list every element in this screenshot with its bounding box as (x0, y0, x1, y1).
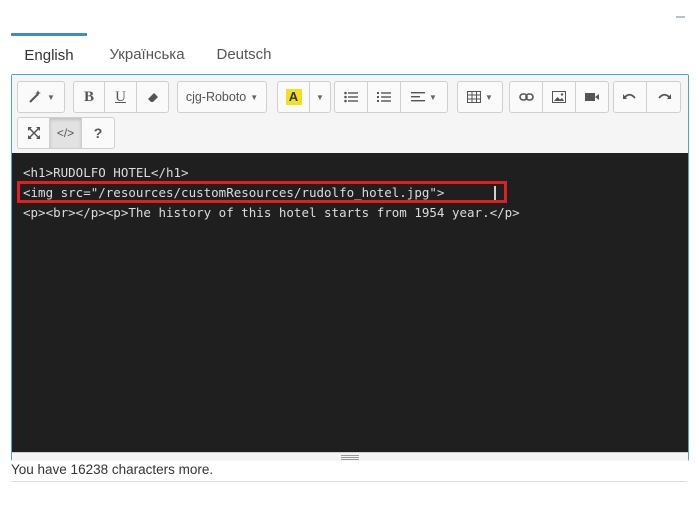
eraser-icon (147, 93, 158, 102)
fullscreen-button[interactable] (18, 118, 50, 148)
undo-button[interactable] (614, 82, 647, 112)
insert-group (509, 81, 609, 113)
underline-button[interactable]: U (105, 82, 137, 112)
style-group: ▼ (17, 81, 65, 113)
table-group: ▼ (457, 81, 503, 113)
tab-english[interactable]: English (11, 33, 87, 74)
insert-picture-button[interactable] (543, 82, 576, 112)
redo-button[interactable] (647, 82, 680, 112)
grip-icon (341, 455, 359, 456)
language-tabs: English Українська Deutsch (11, 33, 689, 75)
help-icon: ? (93, 125, 103, 141)
chevron-down-icon: ▼ (250, 92, 259, 102)
character-counter: You have 16238 characters more. (11, 462, 214, 477)
ordered-list-icon (377, 92, 391, 102)
history-group (613, 81, 681, 113)
table-icon (467, 91, 482, 103)
magic-wand-icon (29, 90, 42, 103)
editor-toolbar: ▼ B U cjg-Roboto ▼ A ▼ ▼ ▼ </> ? (12, 75, 688, 153)
align-left-icon (411, 92, 426, 102)
unordered-list-icon (344, 91, 358, 103)
rich-text-editor: ▼ B U cjg-Roboto ▼ A ▼ ▼ ▼ </> ? <h1>RUD… (11, 74, 689, 461)
code-line-3: <p><br></p><p>The history of this hotel … (23, 205, 520, 220)
code-icon: </> (56, 126, 75, 140)
font-color-button[interactable]: A (278, 82, 310, 112)
tab-ukrainian[interactable]: Українська (97, 33, 197, 74)
font-name-label: cjg-Roboto (185, 90, 247, 104)
chevron-down-icon: ▼ (47, 92, 55, 102)
help-button[interactable]: ? (82, 118, 114, 148)
codeview-button[interactable]: </> (50, 118, 82, 148)
text-cursor (494, 186, 496, 200)
paragraph-group: ▼ (334, 81, 448, 113)
ordered-list-button[interactable] (368, 82, 401, 112)
view-group: </> ? (17, 117, 115, 149)
unordered-list-button[interactable] (335, 82, 368, 112)
bold-button[interactable]: B (74, 82, 105, 112)
font-name-dropdown[interactable]: cjg-Roboto ▼ (178, 82, 266, 112)
code-line-1: <h1>RUDOLFO HOTEL</h1> (23, 165, 189, 180)
picture-icon (552, 91, 566, 103)
style-dropdown-button[interactable]: ▼ (18, 82, 64, 112)
table-dropdown-button[interactable]: ▼ (458, 82, 502, 112)
color-group: A ▼ (277, 81, 331, 113)
paragraph-align-dropdown[interactable]: ▼ (401, 82, 447, 112)
code-editor[interactable]: <h1>RUDOLFO HOTEL</h1> <img src="/resour… (12, 153, 688, 452)
undo-icon (623, 93, 636, 99)
editor-resize-handle[interactable] (12, 452, 688, 461)
chevron-down-icon: ▼ (429, 92, 437, 102)
link-icon (518, 93, 534, 101)
font-style-group: B U (73, 81, 169, 113)
tab-deutsch[interactable]: Deutsch (207, 33, 281, 74)
text-color-icon: A (285, 89, 302, 105)
chevron-down-icon: ▼ (485, 92, 493, 102)
collapse-indicator (676, 16, 685, 18)
redo-icon (657, 93, 671, 99)
color-dropdown-button[interactable]: ▼ (310, 82, 330, 112)
divider (11, 481, 687, 482)
insert-video-button[interactable] (576, 82, 608, 112)
fullscreen-icon (27, 127, 40, 139)
clear-format-button[interactable] (137, 82, 168, 112)
insert-link-button[interactable] (510, 82, 543, 112)
highlight-box (17, 181, 507, 203)
font-name-group: cjg-Roboto ▼ (177, 81, 267, 113)
chevron-down-icon: ▼ (316, 92, 324, 102)
video-icon (585, 93, 599, 101)
